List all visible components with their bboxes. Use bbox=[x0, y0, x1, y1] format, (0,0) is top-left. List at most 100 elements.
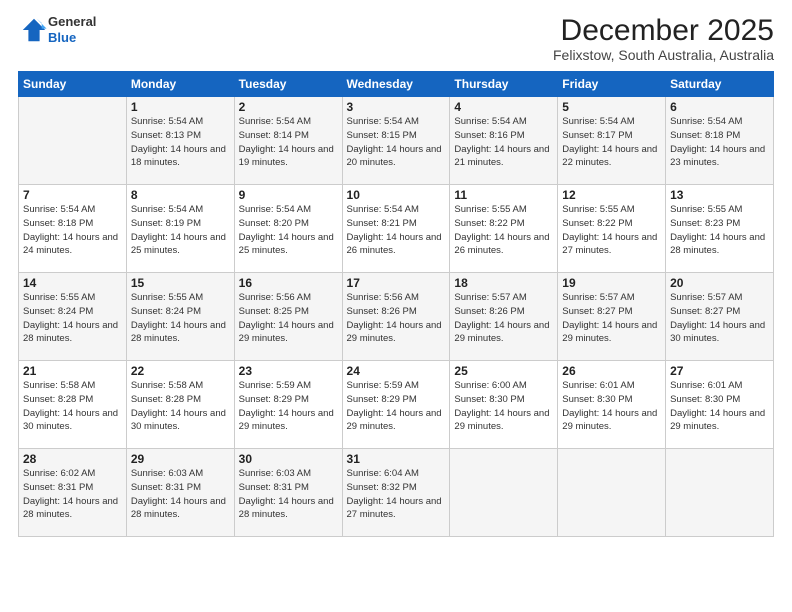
day-number: 20 bbox=[670, 276, 769, 290]
day-info: Sunrise: 6:04 AM Sunset: 8:32 PM Dayligh… bbox=[347, 467, 446, 522]
day-info: Sunrise: 6:00 AM Sunset: 8:30 PM Dayligh… bbox=[454, 379, 553, 434]
table-row: 11Sunrise: 5:55 AM Sunset: 8:22 PM Dayli… bbox=[450, 185, 558, 273]
table-row: 27Sunrise: 6:01 AM Sunset: 8:30 PM Dayli… bbox=[666, 361, 774, 449]
day-info: Sunrise: 5:55 AM Sunset: 8:22 PM Dayligh… bbox=[562, 203, 661, 258]
day-number: 24 bbox=[347, 364, 446, 378]
table-row: 29Sunrise: 6:03 AM Sunset: 8:31 PM Dayli… bbox=[126, 449, 234, 537]
day-number: 26 bbox=[562, 364, 661, 378]
day-info: Sunrise: 5:55 AM Sunset: 8:24 PM Dayligh… bbox=[131, 291, 230, 346]
day-number: 11 bbox=[454, 188, 553, 202]
day-number: 7 bbox=[23, 188, 122, 202]
table-row: 31Sunrise: 6:04 AM Sunset: 8:32 PM Dayli… bbox=[342, 449, 450, 537]
calendar-week-row: 7Sunrise: 5:54 AM Sunset: 8:18 PM Daylig… bbox=[19, 185, 774, 273]
day-info: Sunrise: 5:59 AM Sunset: 8:29 PM Dayligh… bbox=[239, 379, 338, 434]
day-number: 13 bbox=[670, 188, 769, 202]
table-row: 15Sunrise: 5:55 AM Sunset: 8:24 PM Dayli… bbox=[126, 273, 234, 361]
day-info: Sunrise: 5:54 AM Sunset: 8:19 PM Dayligh… bbox=[131, 203, 230, 258]
logo-text: General Blue bbox=[48, 14, 96, 45]
day-number: 29 bbox=[131, 452, 230, 466]
table-row: 12Sunrise: 5:55 AM Sunset: 8:22 PM Dayli… bbox=[558, 185, 666, 273]
table-row: 21Sunrise: 5:58 AM Sunset: 8:28 PM Dayli… bbox=[19, 361, 127, 449]
table-row: 17Sunrise: 5:56 AM Sunset: 8:26 PM Dayli… bbox=[342, 273, 450, 361]
day-number: 14 bbox=[23, 276, 122, 290]
day-number: 19 bbox=[562, 276, 661, 290]
table-row bbox=[558, 449, 666, 537]
day-info: Sunrise: 6:01 AM Sunset: 8:30 PM Dayligh… bbox=[562, 379, 661, 434]
day-number: 9 bbox=[239, 188, 338, 202]
day-number: 15 bbox=[131, 276, 230, 290]
table-row: 3Sunrise: 5:54 AM Sunset: 8:15 PM Daylig… bbox=[342, 97, 450, 185]
table-row: 19Sunrise: 5:57 AM Sunset: 8:27 PM Dayli… bbox=[558, 273, 666, 361]
calendar-week-row: 14Sunrise: 5:55 AM Sunset: 8:24 PM Dayli… bbox=[19, 273, 774, 361]
header-sunday: Sunday bbox=[19, 72, 127, 97]
day-info: Sunrise: 6:02 AM Sunset: 8:31 PM Dayligh… bbox=[23, 467, 122, 522]
title-block: December 2025 Felixstow, South Australia… bbox=[553, 14, 774, 63]
day-info: Sunrise: 5:56 AM Sunset: 8:26 PM Dayligh… bbox=[347, 291, 446, 346]
day-info: Sunrise: 5:54 AM Sunset: 8:16 PM Dayligh… bbox=[454, 115, 553, 170]
table-row: 8Sunrise: 5:54 AM Sunset: 8:19 PM Daylig… bbox=[126, 185, 234, 273]
table-row: 24Sunrise: 5:59 AM Sunset: 8:29 PM Dayli… bbox=[342, 361, 450, 449]
day-number: 22 bbox=[131, 364, 230, 378]
day-info: Sunrise: 5:56 AM Sunset: 8:25 PM Dayligh… bbox=[239, 291, 338, 346]
table-row: 28Sunrise: 6:02 AM Sunset: 8:31 PM Dayli… bbox=[19, 449, 127, 537]
day-number: 30 bbox=[239, 452, 338, 466]
table-row bbox=[19, 97, 127, 185]
day-info: Sunrise: 5:55 AM Sunset: 8:24 PM Dayligh… bbox=[23, 291, 122, 346]
header: General Blue December 2025 Felixstow, So… bbox=[18, 14, 774, 63]
logo-icon bbox=[20, 16, 48, 44]
table-row: 10Sunrise: 5:54 AM Sunset: 8:21 PM Dayli… bbox=[342, 185, 450, 273]
table-row: 4Sunrise: 5:54 AM Sunset: 8:16 PM Daylig… bbox=[450, 97, 558, 185]
day-number: 4 bbox=[454, 100, 553, 114]
logo: General Blue bbox=[18, 14, 96, 45]
calendar-week-row: 21Sunrise: 5:58 AM Sunset: 8:28 PM Dayli… bbox=[19, 361, 774, 449]
day-info: Sunrise: 5:55 AM Sunset: 8:22 PM Dayligh… bbox=[454, 203, 553, 258]
day-number: 16 bbox=[239, 276, 338, 290]
day-info: Sunrise: 5:54 AM Sunset: 8:21 PM Dayligh… bbox=[347, 203, 446, 258]
day-number: 28 bbox=[23, 452, 122, 466]
day-number: 27 bbox=[670, 364, 769, 378]
day-info: Sunrise: 5:54 AM Sunset: 8:13 PM Dayligh… bbox=[131, 115, 230, 170]
table-row: 6Sunrise: 5:54 AM Sunset: 8:18 PM Daylig… bbox=[666, 97, 774, 185]
day-info: Sunrise: 5:54 AM Sunset: 8:17 PM Dayligh… bbox=[562, 115, 661, 170]
day-info: Sunrise: 5:54 AM Sunset: 8:18 PM Dayligh… bbox=[23, 203, 122, 258]
day-number: 5 bbox=[562, 100, 661, 114]
table-row: 26Sunrise: 6:01 AM Sunset: 8:30 PM Dayli… bbox=[558, 361, 666, 449]
table-row: 23Sunrise: 5:59 AM Sunset: 8:29 PM Dayli… bbox=[234, 361, 342, 449]
day-info: Sunrise: 6:03 AM Sunset: 8:31 PM Dayligh… bbox=[131, 467, 230, 522]
day-number: 25 bbox=[454, 364, 553, 378]
table-row: 1Sunrise: 5:54 AM Sunset: 8:13 PM Daylig… bbox=[126, 97, 234, 185]
day-info: Sunrise: 5:54 AM Sunset: 8:14 PM Dayligh… bbox=[239, 115, 338, 170]
table-row bbox=[666, 449, 774, 537]
day-number: 2 bbox=[239, 100, 338, 114]
table-row: 30Sunrise: 6:03 AM Sunset: 8:31 PM Dayli… bbox=[234, 449, 342, 537]
table-row: 13Sunrise: 5:55 AM Sunset: 8:23 PM Dayli… bbox=[666, 185, 774, 273]
day-info: Sunrise: 5:59 AM Sunset: 8:29 PM Dayligh… bbox=[347, 379, 446, 434]
calendar-title: December 2025 bbox=[553, 14, 774, 47]
day-number: 6 bbox=[670, 100, 769, 114]
day-info: Sunrise: 5:57 AM Sunset: 8:27 PM Dayligh… bbox=[562, 291, 661, 346]
table-row: 22Sunrise: 5:58 AM Sunset: 8:28 PM Dayli… bbox=[126, 361, 234, 449]
day-number: 1 bbox=[131, 100, 230, 114]
day-info: Sunrise: 5:57 AM Sunset: 8:26 PM Dayligh… bbox=[454, 291, 553, 346]
day-info: Sunrise: 5:54 AM Sunset: 8:20 PM Dayligh… bbox=[239, 203, 338, 258]
table-row: 16Sunrise: 5:56 AM Sunset: 8:25 PM Dayli… bbox=[234, 273, 342, 361]
header-saturday: Saturday bbox=[666, 72, 774, 97]
table-row: 2Sunrise: 5:54 AM Sunset: 8:14 PM Daylig… bbox=[234, 97, 342, 185]
day-number: 21 bbox=[23, 364, 122, 378]
day-number: 8 bbox=[131, 188, 230, 202]
table-row: 14Sunrise: 5:55 AM Sunset: 8:24 PM Dayli… bbox=[19, 273, 127, 361]
header-thursday: Thursday bbox=[450, 72, 558, 97]
header-friday: Friday bbox=[558, 72, 666, 97]
header-wednesday: Wednesday bbox=[342, 72, 450, 97]
day-number: 12 bbox=[562, 188, 661, 202]
day-number: 31 bbox=[347, 452, 446, 466]
calendar-week-row: 1Sunrise: 5:54 AM Sunset: 8:13 PM Daylig… bbox=[19, 97, 774, 185]
day-info: Sunrise: 5:58 AM Sunset: 8:28 PM Dayligh… bbox=[23, 379, 122, 434]
table-row: 18Sunrise: 5:57 AM Sunset: 8:26 PM Dayli… bbox=[450, 273, 558, 361]
header-tuesday: Tuesday bbox=[234, 72, 342, 97]
table-row: 5Sunrise: 5:54 AM Sunset: 8:17 PM Daylig… bbox=[558, 97, 666, 185]
calendar-subtitle: Felixstow, South Australia, Australia bbox=[553, 47, 774, 63]
day-info: Sunrise: 6:03 AM Sunset: 8:31 PM Dayligh… bbox=[239, 467, 338, 522]
table-row: 20Sunrise: 5:57 AM Sunset: 8:27 PM Dayli… bbox=[666, 273, 774, 361]
table-row bbox=[450, 449, 558, 537]
